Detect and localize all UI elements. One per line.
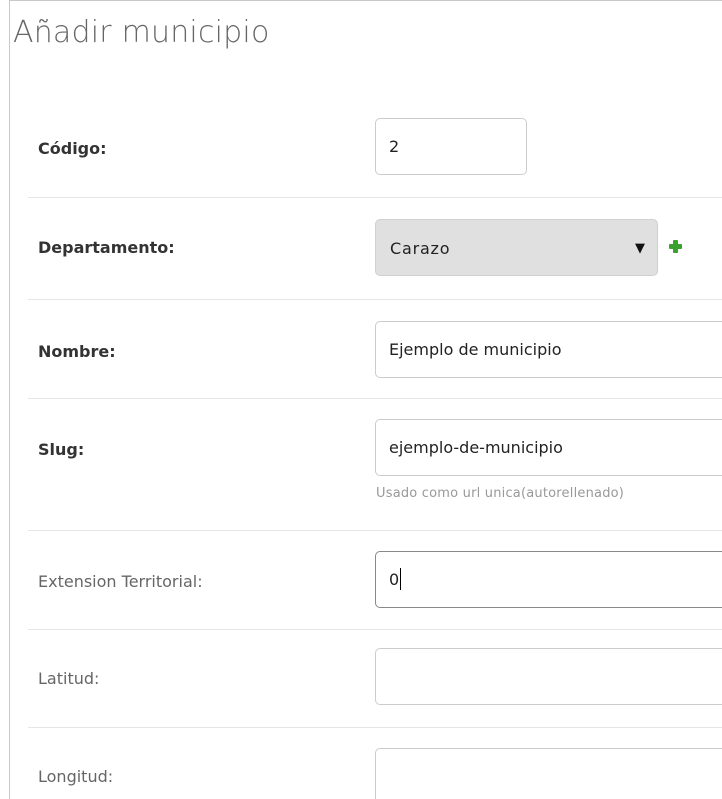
chevron-down-icon: ▼ [635,241,645,256]
slug-input[interactable]: ejemplo-de-municipio [375,419,722,476]
departamento-select[interactable]: Carazo ▼ [375,219,658,276]
nombre-label: Nombre: [38,342,116,361]
extension-territorial-value: 0 [389,570,400,589]
slug-label: Slug: [38,440,85,459]
form-row-slug: Slug: ejemplo-de-municipio Usado como ur… [28,398,722,531]
page-title: Añadir municipio [13,15,270,50]
departamento-selected-value: Carazo [390,239,451,258]
longitud-label: Longitud: [38,767,114,786]
longitud-input[interactable] [375,748,722,799]
text-cursor [400,568,402,590]
latitud-input[interactable] [375,648,722,705]
departamento-label: Departamento: [38,238,175,257]
codigo-input[interactable]: 2 [375,118,527,175]
latitud-label: Latitud: [38,669,100,688]
add-municipio-form: Añadir municipio Código: 2 Departamento:… [9,0,722,799]
form-row-departamento: Departamento: Carazo ▼ [28,197,722,300]
add-departamento-plus-icon[interactable] [669,240,682,253]
form-row-latitud: Latitud: [28,629,722,728]
form-row-codigo: Código: 2 [28,99,722,198]
form-row-extension-territorial: Extension Territorial: 0 [28,530,722,630]
nombre-input[interactable]: Ejemplo de municipio [375,321,722,378]
form-row-nombre: Nombre: Ejemplo de municipio [28,299,722,399]
extension-territorial-label: Extension Territorial: [38,572,203,591]
extension-territorial-input[interactable]: 0 [375,551,722,608]
slug-help-text: Usado como url unica(autorellenado) [376,486,625,501]
codigo-label: Código: [38,139,107,158]
form-row-longitud: Longitud: [28,727,722,799]
